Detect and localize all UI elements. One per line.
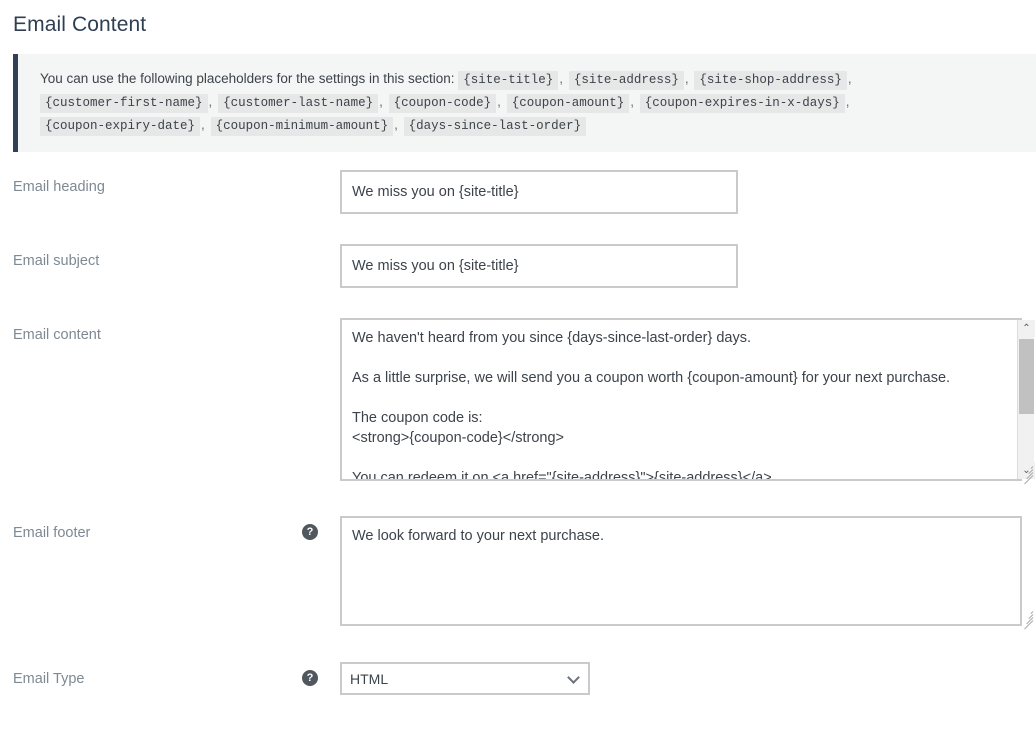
label-email-type: Email Type [13, 671, 85, 687]
help-icon-email-type[interactable]: ? [302, 670, 318, 686]
label-email-heading: Email heading [13, 179, 105, 195]
placeholder-separator: , [847, 71, 852, 86]
placeholder-chip: {coupon-expires-in-x-days} [639, 94, 845, 113]
placeholder-separator: , [394, 117, 398, 132]
help-icon-email-footer[interactable]: ? [302, 524, 318, 540]
placeholder-separator: , [845, 94, 850, 109]
email-heading-input[interactable] [340, 170, 738, 214]
scrollbar-thumb[interactable] [1019, 339, 1034, 414]
field-row-email-content: Email content We haven't heard from you … [0, 318, 1036, 485]
placeholders-notice: You can use the following placeholders f… [13, 54, 1036, 152]
field-row-email-footer: Email footer ? We look forward to your n… [0, 516, 1036, 630]
placeholder-separator: , [559, 71, 564, 86]
email-type-select[interactable]: HTML [340, 662, 590, 695]
scroll-down-arrow-icon[interactable]: ⌄ [1018, 462, 1035, 479]
field-cell-email-heading [340, 170, 1036, 214]
scroll-up-arrow-icon[interactable]: ⌃ [1018, 320, 1035, 337]
placeholder-chip: {site-shop-address} [694, 71, 847, 90]
placeholder-separator: , [379, 94, 383, 109]
placeholder-separator: , [684, 71, 689, 86]
placeholder-separator: , [630, 94, 634, 109]
notice-intro-text: You can use the following placeholders f… [40, 71, 455, 86]
placeholder-chip: {coupon-code} [388, 94, 497, 113]
label-cell-email-subject: Email subject [0, 244, 340, 271]
placeholder-chip: {site-address} [568, 71, 684, 90]
email-content-form: Email heading Email subject Email conten… [0, 170, 1036, 695]
email-type-select-wrapper: HTML [340, 662, 590, 695]
placeholder-separator: , [497, 94, 501, 109]
placeholder-chip: {days-since-last-order} [403, 117, 587, 136]
placeholder-separator: , [201, 117, 205, 132]
label-cell-email-footer: Email footer ? [0, 516, 340, 543]
page-title: Email Content [13, 13, 147, 36]
label-cell-email-heading: Email heading [0, 170, 340, 197]
placeholder-chip: {customer-last-name} [218, 94, 379, 113]
email-content-textarea-wrapper: We haven't heard from you since {days-si… [340, 318, 1036, 485]
field-row-email-subject: Email subject [0, 244, 1036, 288]
email-footer-textarea[interactable]: We look forward to your next purchase. [340, 516, 1022, 626]
placeholder-chip: {customer-first-name} [40, 94, 208, 113]
field-row-email-type: Email Type ? HTML [0, 662, 1036, 695]
placeholder-chip: {coupon-minimum-amount} [210, 117, 394, 136]
placeholder-separator: , [208, 94, 213, 109]
email-subject-input[interactable] [340, 244, 738, 288]
email-content-textarea[interactable]: We haven't heard from you since {days-si… [340, 318, 1022, 481]
field-cell-email-content: We haven't heard from you since {days-si… [340, 318, 1036, 485]
label-email-content: Email content [13, 327, 101, 343]
field-cell-email-type: HTML [340, 662, 1036, 695]
email-footer-textarea-wrapper: We look forward to your next purchase. [340, 516, 1036, 630]
label-cell-email-content: Email content [0, 318, 340, 345]
placeholder-chip: {coupon-amount} [506, 94, 630, 113]
email-content-scrollbar[interactable]: ⌃ ⌄ [1017, 320, 1035, 479]
placeholder-chip: {site-title} [458, 71, 559, 90]
field-cell-email-footer: We look forward to your next purchase. [340, 516, 1036, 630]
field-cell-email-subject [340, 244, 1036, 288]
label-email-footer: Email footer [13, 525, 91, 541]
field-row-email-heading: Email heading [0, 170, 1036, 214]
placeholder-chip: {coupon-expiry-date} [40, 117, 201, 136]
label-email-subject: Email subject [13, 253, 100, 269]
label-cell-email-type: Email Type ? [0, 662, 340, 689]
